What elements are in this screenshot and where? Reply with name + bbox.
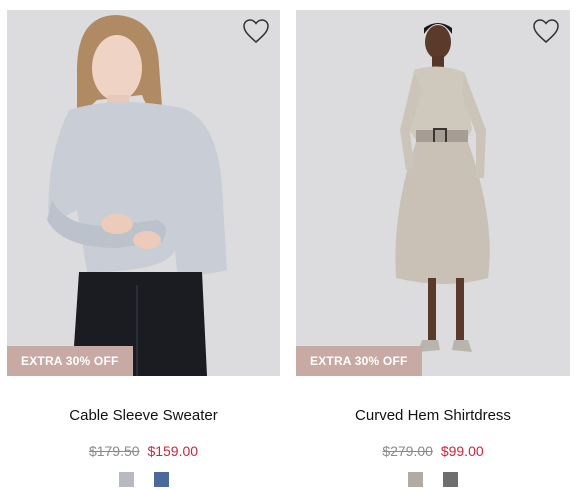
color-swatch-taupe[interactable] [408,472,423,487]
color-swatches [296,472,570,487]
original-price: $279.00 [382,443,433,459]
color-swatch-blue[interactable] [153,472,169,487]
sale-price: $159.00 [147,443,199,459]
discount-badge: EXTRA 30% OFF [296,346,422,376]
product-name[interactable]: Curved Hem Shirtdress [296,407,570,424]
heart-icon[interactable] [242,18,270,44]
product-card[interactable]: EXTRA 30% OFF Curved Hem Shirtdress $279… [296,10,570,487]
product-image[interactable]: EXTRA 30% OFF [296,10,570,376]
product-card[interactable]: EXTRA 30% OFF Cable Sleeve Sweater $179.… [7,10,280,487]
color-swatch-light-grey[interactable] [118,472,134,487]
product-photo [296,10,570,376]
original-price: $179.50 [88,443,140,459]
sale-price: $99.00 [440,443,484,459]
price-row: $279.00 $99.00 [296,443,570,459]
product-name[interactable]: Cable Sleeve Sweater [7,407,280,424]
color-swatches [7,472,280,487]
price-row: $179.50 $159.00 [7,443,280,459]
color-swatch-charcoal[interactable] [443,472,458,487]
product-photo [7,10,280,376]
heart-icon[interactable] [532,18,560,44]
product-image[interactable]: EXTRA 30% OFF [7,10,280,376]
discount-badge: EXTRA 30% OFF [7,346,133,376]
